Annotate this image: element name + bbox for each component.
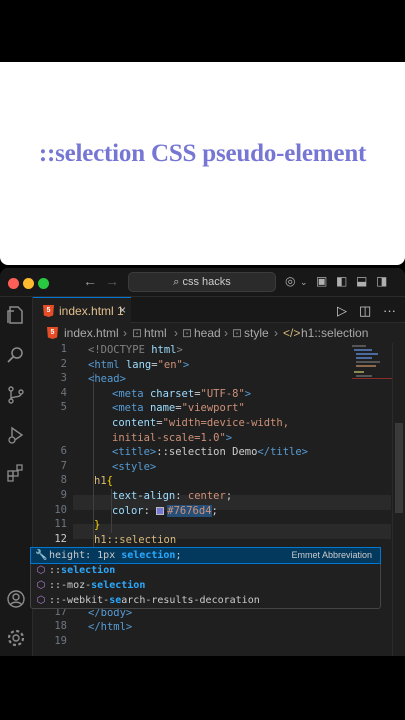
search-icon[interactable] (6, 345, 26, 365)
suggestion-item[interactable]: 🔧 height: 1px selection; Emmet Abbreviat… (30, 547, 381, 564)
activity-bar (0, 297, 33, 656)
line-number: 1 (60, 343, 67, 355)
search-text: css hacks (182, 276, 231, 288)
cube-icon: ⬡ (36, 595, 46, 606)
html5-file-icon: 5 (43, 305, 54, 317)
code-line: <html lang="en"> (88, 358, 190, 371)
line-number: 12 (54, 532, 67, 545)
explorer-icon[interactable] (6, 305, 26, 325)
copilot-icon[interactable]: ◎ (285, 274, 295, 288)
code-line: <title>::selection Demo</title> (112, 446, 308, 459)
line-number: 8 (60, 474, 67, 487)
code-line: <head> (88, 373, 126, 386)
code-editor-window: ← → ⌕ css hacks ◎ ⌄ ▣ ◧ ⬓ ◨ 5 index.html… (0, 268, 405, 656)
search-icon: ⌕ (173, 276, 180, 288)
more-actions-icon[interactable]: ··· (383, 303, 396, 318)
breadcrumb-html[interactable]: html (144, 323, 167, 343)
account-icon[interactable] (6, 589, 26, 609)
suggestion-item[interactable]: ⬡ ::-moz-selection (31, 578, 380, 593)
forward-arrow-icon[interactable]: → (105, 273, 119, 289)
element-icon: ⊡ (232, 326, 243, 340)
preview-heading: ::selection CSS pseudo-element (38, 140, 367, 167)
element-icon: ⊡ (182, 326, 193, 340)
line-number: 6 (60, 445, 67, 458)
suggestion-item[interactable]: ⬡ ::selection (31, 563, 380, 578)
color-swatch[interactable] (156, 506, 165, 515)
line-number: 11 (54, 518, 67, 531)
code-line: text-align: center; (112, 490, 233, 502)
line-number: 19 (54, 635, 67, 647)
wrench-icon: 🔧 (35, 550, 48, 561)
code-line: <meta name="viewport" (112, 402, 245, 415)
chevron-right-icon: › (224, 326, 228, 340)
selector-icon: </> (283, 326, 301, 340)
browser-preview: ::selection CSS pseudo-element (0, 62, 405, 265)
code-line: <style> (112, 460, 157, 473)
html5-file-icon: 5 (47, 327, 58, 339)
command-center-search[interactable]: ⌕ css hacks (128, 272, 276, 292)
close-window-button[interactable] (8, 278, 19, 289)
run-debug-icon[interactable] (6, 425, 26, 445)
gear-icon[interactable] (6, 628, 26, 648)
cube-icon: ⬡ (36, 565, 46, 576)
tab-index-html[interactable]: 5 index.html 1 × (33, 297, 131, 323)
code-line: <!DOCTYPE html> (88, 344, 183, 356)
chevron-right-icon: › (274, 326, 278, 340)
toggle-panel-icon[interactable]: ⬓ (356, 274, 367, 288)
line-number: 9 (60, 489, 67, 501)
line-number: 4 (60, 386, 67, 399)
breadcrumb: 5 index.html › ⊡ html › ⊡ head › ⊡ style… (33, 323, 405, 343)
code-line: h1{ (94, 475, 113, 488)
code-line: </html> (88, 621, 133, 634)
maximize-window-button[interactable] (38, 278, 49, 289)
line-number: 10 (54, 503, 67, 516)
close-icon[interactable]: × (119, 303, 126, 317)
minimap[interactable] (352, 343, 392, 413)
breadcrumb-file[interactable]: index.html (64, 323, 119, 343)
autocomplete-suggestions: 🔧 height: 1px selection; Emmet Abbreviat… (30, 547, 381, 609)
toggle-secondary-sidebar-icon[interactable]: ◨ (376, 274, 387, 288)
code-line: h1::selection (94, 533, 177, 546)
vertical-scrollbar[interactable] (392, 343, 404, 656)
back-arrow-icon[interactable]: ← (83, 273, 97, 289)
editor-tab-bar: 5 index.html 1 × ▷ ◫ ··· (33, 297, 405, 323)
suggestion-item[interactable]: ⬡ ::-webkit-search-results-decoration (31, 593, 380, 608)
breadcrumb-selector[interactable]: h1::selection (301, 323, 368, 343)
cube-icon: ⬡ (36, 580, 46, 591)
line-number: 5 (60, 401, 67, 414)
code-line: color: #7676d4; (112, 504, 218, 517)
chevron-right-icon: › (123, 326, 127, 340)
breadcrumb-head[interactable]: head (194, 323, 221, 343)
breadcrumb-style[interactable]: style (244, 323, 269, 343)
layout-icon[interactable]: ▣ (316, 274, 327, 288)
code-line: } (94, 519, 101, 532)
title-bar: ← → ⌕ css hacks ◎ ⌄ ▣ ◧ ⬓ ◨ (0, 268, 405, 297)
tab-label: index.html (59, 304, 114, 318)
run-icon[interactable]: ▷ (337, 303, 347, 319)
code-line: <meta charset="UTF-8"> (112, 387, 252, 400)
scroll-thumb[interactable] (395, 423, 403, 513)
extensions-icon[interactable] (6, 463, 26, 483)
line-number: 18 (54, 620, 67, 633)
line-number: 7 (60, 459, 67, 472)
suggestion-detail: Emmet Abbreviation (291, 550, 372, 560)
element-icon: ⊡ (132, 326, 143, 340)
line-number: 3 (60, 372, 67, 385)
chevron-down-icon[interactable]: ⌄ (300, 277, 308, 288)
split-editor-icon[interactable]: ◫ (359, 303, 371, 319)
toggle-sidebar-icon[interactable]: ◧ (336, 274, 347, 288)
line-number: 2 (60, 357, 67, 370)
code-line: initial-scale=1.0"> (112, 431, 233, 444)
code-line: content="width=device-width, (112, 417, 290, 429)
minimize-window-button[interactable] (23, 278, 34, 289)
source-control-icon[interactable] (6, 385, 26, 405)
chevron-right-icon: › (174, 326, 178, 340)
